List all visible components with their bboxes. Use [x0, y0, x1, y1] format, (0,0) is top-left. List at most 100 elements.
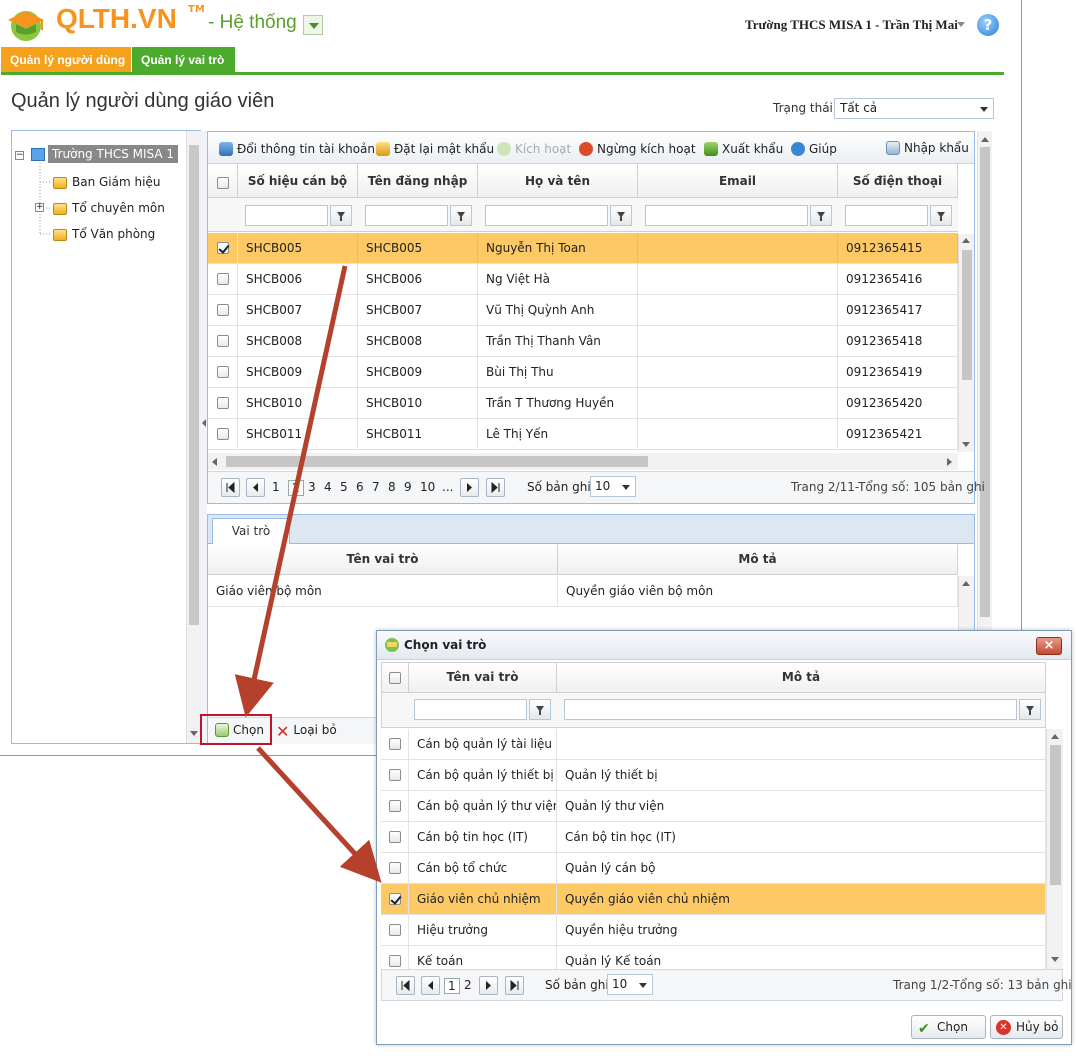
row-checkbox[interactable] [217, 335, 229, 347]
dialog-table-row[interactable]: Cán bộ quản lý thư viện Quản lý thư viện [381, 791, 1046, 822]
scroll-left-icon[interactable] [212, 458, 217, 466]
page-number-link[interactable]: 8 [388, 480, 396, 494]
row-checkbox[interactable] [217, 242, 229, 254]
reset-password-button[interactable]: Đặt lại mật khẩu [376, 142, 494, 156]
table-row[interactable]: SHCB010 SHCB010 Trần T Thương Huyền 0912365… [208, 388, 958, 419]
tree-item-to-van-phong[interactable]: Tổ Văn phòng [72, 227, 155, 241]
filter-name-input[interactable] [485, 205, 608, 226]
table-row[interactable]: SHCB007 SHCB007 Vũ Thị Quỳnh Anh 0912365417 [208, 295, 958, 326]
row-checkbox[interactable] [389, 924, 401, 936]
user-menu[interactable]: Trường THCS MISA 1 - Trần Thị Mai [745, 17, 958, 33]
users-grid-hscroll[interactable] [208, 453, 958, 470]
tree-item-ban-giam-hieu[interactable]: Ban Giám hiệu [72, 175, 160, 189]
row-checkbox[interactable] [389, 800, 401, 812]
tree-item-to-chuyen-mon[interactable]: Tổ chuyên môn [72, 201, 165, 215]
tree-scrollbar[interactable] [186, 131, 201, 743]
page-scroll-up-icon[interactable] [981, 137, 989, 142]
select-all-checkbox[interactable] [217, 177, 229, 189]
page-number-link[interactable]: 2 [288, 480, 304, 496]
scroll-up-icon[interactable] [962, 581, 970, 586]
table-row[interactable]: SHCB005 SHCB005 Nguyễn Thị Toan 0912365415 [208, 233, 958, 264]
remove-role-button[interactable]: ✕ Loại bỏ [276, 723, 337, 740]
filter-code-input[interactable] [245, 205, 328, 226]
export-button[interactable]: Xuất khẩu [704, 142, 783, 156]
tab-role-management[interactable]: Quản lý vai trò [132, 47, 235, 74]
tree-expand-toggle[interactable]: + [35, 200, 44, 214]
tab-user-management[interactable]: Quản lý người dùng [1, 47, 131, 74]
users-grid-scrollbar[interactable] [958, 234, 974, 452]
dialog-table-row[interactable]: Cán bộ quản lý thiết bị Quản lý thiết bị [381, 760, 1046, 791]
filter-icon[interactable] [450, 205, 472, 226]
dialog-table-row[interactable]: Cán bộ tin học (IT) Cán bộ tin học (IT) [381, 822, 1046, 853]
col-header-email[interactable]: Email [638, 164, 838, 198]
page-number-link[interactable]: 3 [308, 480, 316, 494]
last-page-button[interactable] [505, 976, 524, 995]
select-all-checkbox[interactable] [389, 672, 401, 684]
next-page-button[interactable] [460, 478, 479, 497]
page-number-link[interactable]: 4 [324, 480, 332, 494]
filter-icon[interactable] [930, 205, 952, 226]
filter-icon[interactable] [529, 699, 551, 720]
roles-col-name[interactable]: Tên vai trò [208, 544, 558, 575]
filter-email-input[interactable] [645, 205, 808, 226]
tree-collapse-toggle[interactable]: − [15, 148, 24, 162]
row-select-cell[interactable] [208, 233, 238, 263]
activate-button[interactable]: Kích hoạt [497, 142, 571, 156]
help-icon[interactable]: ? [977, 14, 999, 36]
col-header-name[interactable]: Họ và tên [478, 164, 638, 198]
col-header-phone[interactable]: Số điện thoại [838, 164, 958, 198]
dialog-table-row[interactable]: Cán bộ tổ chức Quản lý cán bộ [381, 853, 1046, 884]
row-select-cell[interactable] [208, 295, 238, 325]
scroll-up-icon[interactable] [1051, 734, 1059, 739]
tree-root-school[interactable]: Trường THCS MISA 1 [48, 145, 179, 163]
row-checkbox[interactable] [389, 955, 401, 967]
row-checkbox[interactable] [217, 397, 229, 409]
table-row[interactable]: SHCB009 SHCB009 Bùi Thị Thu 0912365419 [208, 357, 958, 388]
row-select-cell[interactable] [381, 822, 409, 852]
table-row[interactable]: SHCB011 SHCB011 Lê Thị Yến 0912365421 [208, 419, 958, 450]
import-button[interactable]: Nhập khẩu [886, 141, 969, 155]
first-page-button[interactable] [221, 478, 240, 497]
collapse-left-icon[interactable] [202, 419, 206, 427]
page-scrollbar[interactable] [977, 131, 992, 631]
filter-phone-input[interactable] [845, 205, 928, 226]
dialog-table-row[interactable]: Cán bộ quản lý tài liệu [381, 729, 1046, 760]
next-page-button[interactable] [479, 976, 498, 995]
page-number-link[interactable]: 5 [340, 480, 348, 494]
page-number-link[interactable]: ... [442, 480, 453, 494]
page-number-link[interactable]: 10 [420, 480, 435, 494]
row-checkbox[interactable] [217, 366, 229, 378]
tree-scroll-thumb[interactable] [189, 145, 199, 625]
dialog-ok-button[interactable]: ✔ Chọn [911, 1015, 986, 1039]
filter-icon[interactable] [610, 205, 632, 226]
scroll-right-icon[interactable] [947, 458, 952, 466]
row-select-cell[interactable] [208, 326, 238, 356]
header-select-all[interactable] [208, 164, 238, 198]
row-select-cell[interactable] [208, 357, 238, 387]
row-checkbox[interactable] [389, 862, 401, 874]
status-filter-select[interactable]: Tất cả [834, 98, 994, 119]
prev-page-button[interactable] [421, 976, 440, 995]
row-checkbox[interactable] [389, 769, 401, 781]
row-select-cell[interactable] [381, 729, 409, 759]
row-select-cell[interactable] [208, 388, 238, 418]
page-number-link[interactable]: 1 [444, 978, 460, 994]
scroll-down-icon[interactable] [962, 442, 970, 447]
dialog-cancel-button[interactable]: ✕ Hủy bỏ [990, 1015, 1063, 1039]
close-icon[interactable]: × [1036, 637, 1062, 655]
row-checkbox[interactable] [389, 738, 401, 750]
row-select-cell[interactable] [381, 884, 409, 914]
col-header-code[interactable]: Số hiệu cán bộ [238, 164, 358, 198]
help-button[interactable]: Giúp [791, 142, 837, 156]
page-number-link[interactable]: 1 [272, 480, 280, 494]
last-page-button[interactable] [486, 478, 505, 497]
tree-scroll-down-icon[interactable] [190, 731, 198, 736]
col-header-login[interactable]: Tên đăng nhập [358, 164, 478, 198]
dialog-table-row[interactable]: Hiệu trưởng Quyền hiệu trưởng [381, 915, 1046, 946]
prev-page-button[interactable] [246, 478, 265, 497]
row-select-cell[interactable] [381, 791, 409, 821]
roles-col-desc[interactable]: Mô tả [558, 544, 958, 575]
dialog-page-size-select[interactable]: 10 [607, 974, 653, 995]
page-number-link[interactable]: 7 [372, 480, 380, 494]
table-row[interactable]: SHCB008 SHCB008 Trần Thị Thanh Vân 09123654… [208, 326, 958, 357]
